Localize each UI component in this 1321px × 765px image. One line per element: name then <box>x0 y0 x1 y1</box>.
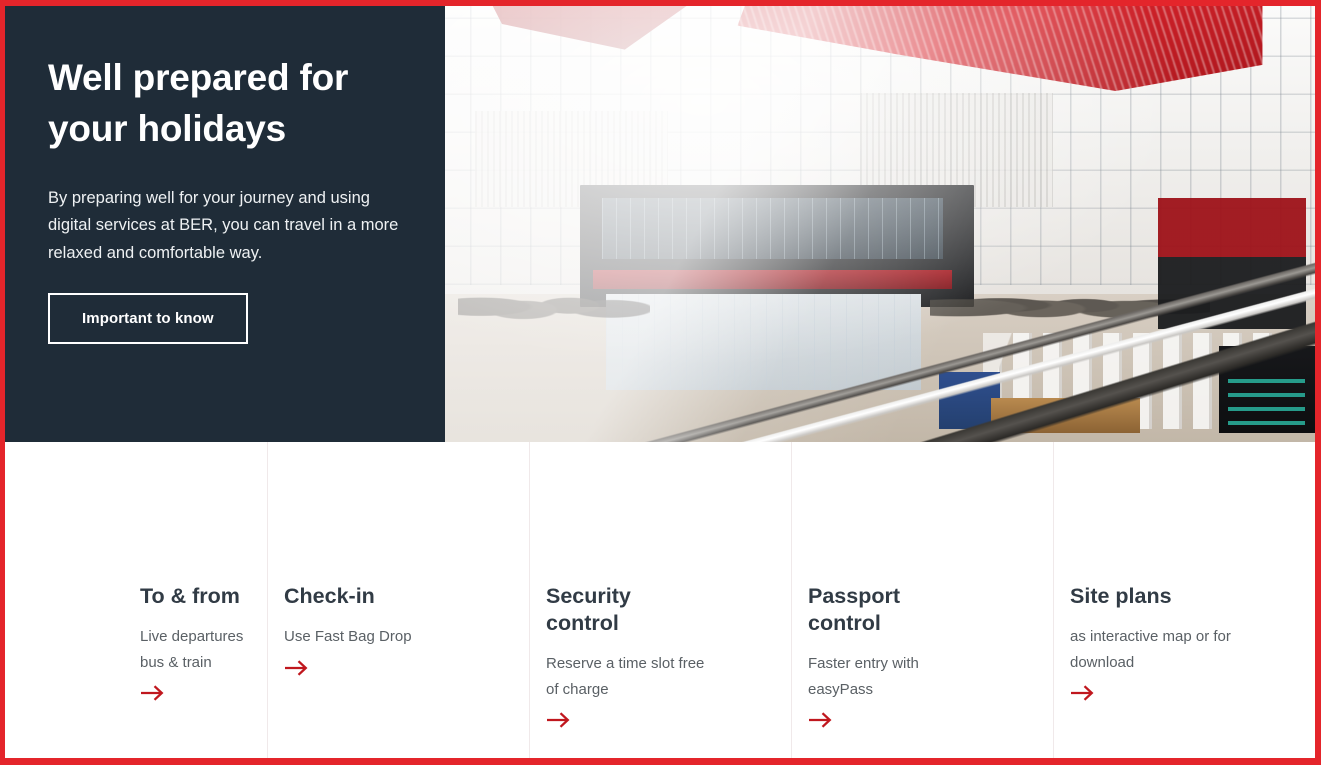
arrow-right-icon[interactable] <box>546 711 571 729</box>
arrow-right-icon[interactable] <box>284 659 309 677</box>
card-check-in[interactable]: Check-in Use Fast Bag Drop <box>267 442 529 758</box>
hero-section: Well prepared for your holidays By prepa… <box>5 6 1315 442</box>
arrow-right-icon[interactable] <box>808 711 833 729</box>
arrow-right-icon[interactable] <box>140 684 165 702</box>
card-title: Passport control <box>808 584 901 635</box>
card-description: Reserve a time slot free of charge <box>546 654 705 698</box>
card-description: Use Fast Bag Drop <box>284 627 412 645</box>
arrow-right-icon[interactable] <box>1070 684 1095 702</box>
hero-title: Well prepared for your holidays <box>48 57 349 150</box>
card-description: as interactive map or for download <box>1070 627 1231 671</box>
card-title: Check-in <box>284 584 375 608</box>
card-passport-control[interactable]: Passport control Faster entry with easyP… <box>791 442 1053 758</box>
card-title: Site plans <box>1070 584 1172 608</box>
card-description: Live departures bus & train <box>140 627 244 671</box>
card-description: Faster entry with easyPass <box>808 654 919 698</box>
card-title: Security control <box>546 584 631 635</box>
card-title: To & from <box>140 584 240 608</box>
card-site-plans[interactable]: Site plans as interactive map or for dow… <box>1053 442 1315 758</box>
hero-text-panel: Well prepared for your holidays By prepa… <box>5 6 445 442</box>
quick-links-grid: To & from Live departures bus & train Ch… <box>5 442 1315 758</box>
hero-subtitle: By preparing well for your journey and u… <box>48 189 399 262</box>
important-to-know-button[interactable]: Important to know <box>48 292 248 344</box>
card-security-control[interactable]: Security control Reserve a time slot fre… <box>529 442 791 758</box>
card-to-and-from[interactable]: To & from Live departures bus & train <box>5 442 267 758</box>
page-root: Well prepared for your holidays By prepa… <box>5 6 1315 758</box>
hero-image <box>440 6 1315 442</box>
